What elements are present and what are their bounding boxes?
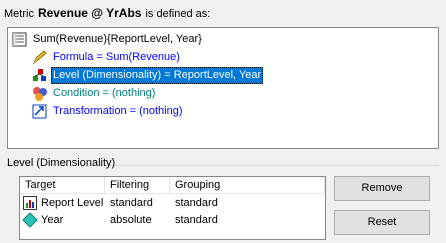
cell-target: Year bbox=[41, 214, 64, 226]
tree-node-condition-label: Condition = (nothing) bbox=[53, 87, 156, 99]
condition-filter-icon bbox=[33, 87, 47, 101]
column-header-target[interactable]: Target bbox=[20, 177, 105, 194]
cell-grouping: standard bbox=[175, 197, 218, 209]
column-header-grouping[interactable]: Grouping bbox=[170, 177, 325, 194]
tree-node-transformation-label: Transformation = (nothing) bbox=[53, 105, 183, 117]
cell-filtering: standard bbox=[110, 197, 153, 209]
remove-button[interactable]: Remove bbox=[334, 176, 430, 201]
metric-tree-icon bbox=[12, 32, 27, 47]
transformation-icon bbox=[32, 104, 47, 119]
cell-filtering: absolute bbox=[110, 214, 152, 226]
grid-row[interactable]: Year absolute standard bbox=[20, 212, 325, 229]
tree-node-formula-label: Formula = Sum(Revenue) bbox=[53, 51, 180, 63]
grid-header: Target Filtering Grouping bbox=[20, 177, 325, 194]
level-target-grid[interactable]: Target Filtering Grouping Report Level s… bbox=[19, 176, 326, 240]
tree-node-level-label: Level (Dimensionality) = ReportLevel, Ye… bbox=[51, 67, 264, 84]
grid-row[interactable]: Report Level standard standard bbox=[20, 195, 325, 212]
metric-definition-header: Metric Revenue @ YrAbs is defined as: bbox=[4, 6, 210, 22]
attribute-diamond-icon bbox=[22, 212, 38, 228]
formula-pencil-icon bbox=[32, 50, 47, 65]
report-level-icon bbox=[23, 196, 37, 210]
level-dimensionality-icon bbox=[33, 69, 46, 81]
header-prefix: Metric bbox=[4, 8, 34, 20]
level-group-title: Level (Dimensionality) bbox=[7, 157, 116, 169]
metric-name: Revenue @ YrAbs bbox=[37, 6, 142, 20]
group-divider-right bbox=[97, 165, 439, 166]
tree-node-root-label: Sum(Revenue){ReportLevel, Year} bbox=[33, 33, 202, 45]
header-suffix: is defined as: bbox=[145, 8, 211, 20]
metric-definition-tree[interactable]: Sum(Revenue){ReportLevel, Year} Formula … bbox=[7, 27, 439, 149]
cell-target: Report Level bbox=[41, 197, 104, 209]
column-header-filtering[interactable]: Filtering bbox=[105, 177, 170, 194]
cell-grouping: standard bbox=[175, 214, 218, 226]
reset-button[interactable]: Reset bbox=[334, 210, 430, 235]
